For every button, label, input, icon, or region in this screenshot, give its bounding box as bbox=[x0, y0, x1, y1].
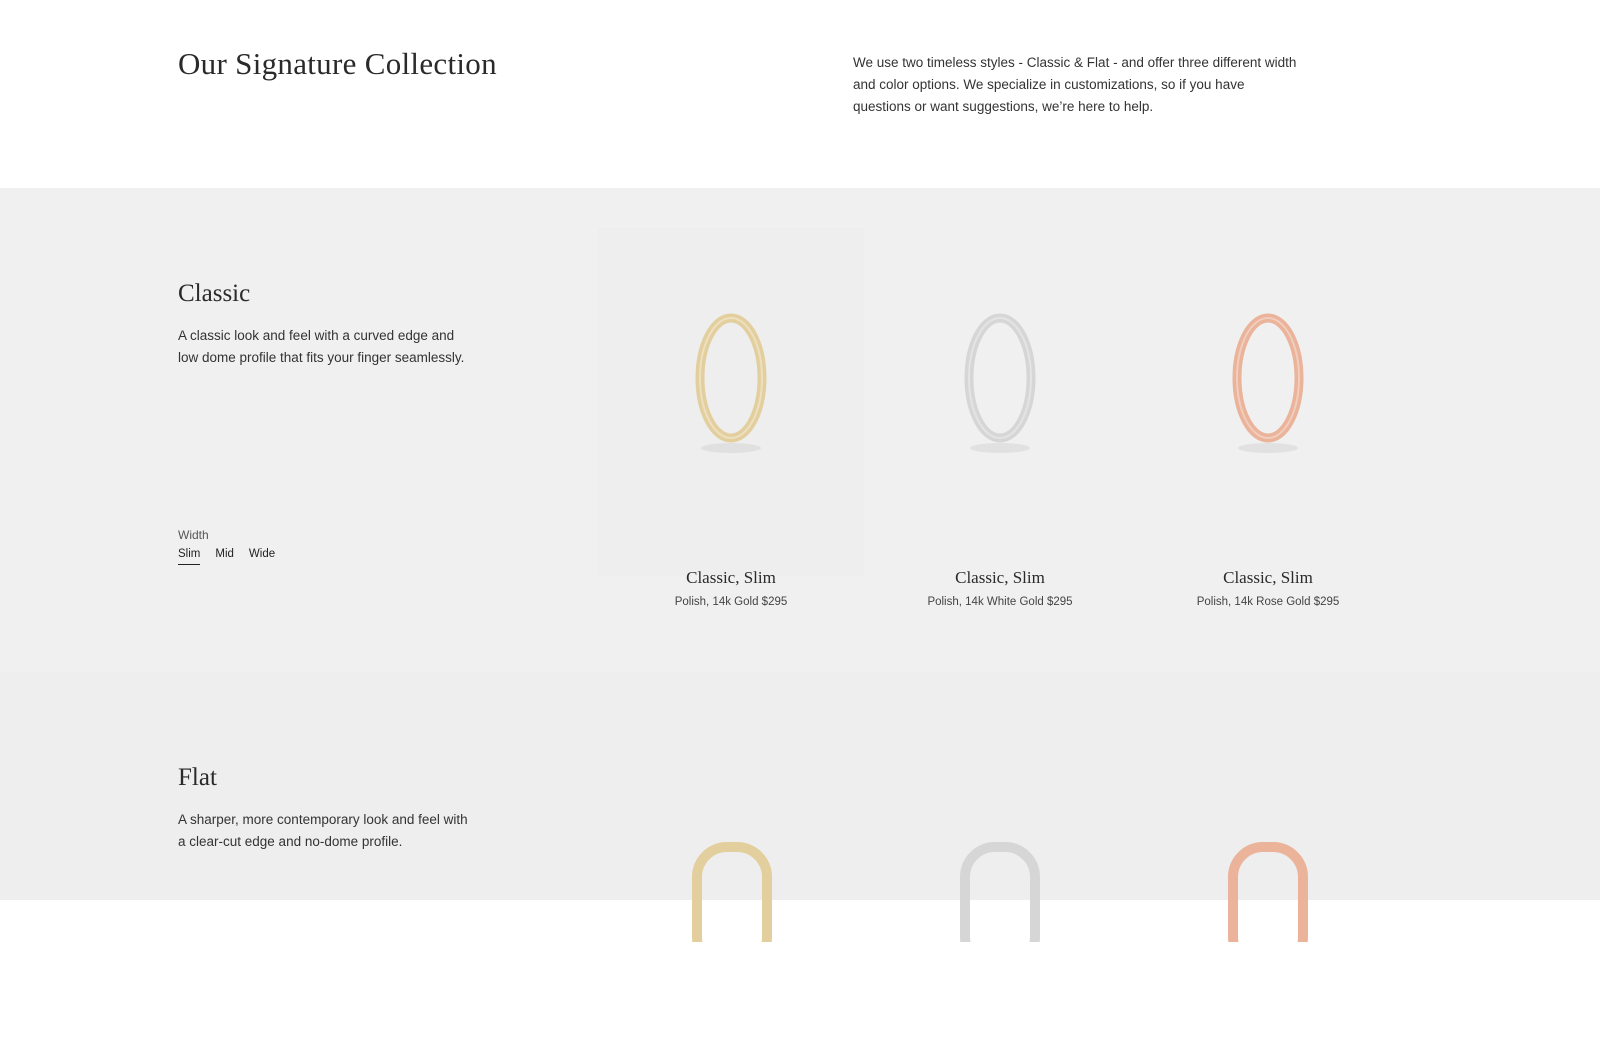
white-gold-ring-image bbox=[964, 313, 1036, 453]
width-label: Width bbox=[178, 528, 209, 542]
flat-description: A sharper, more contemporary look and fe… bbox=[178, 812, 468, 849]
collection-intro: We use two timeless styles - Classic & F… bbox=[853, 55, 1297, 114]
product-card-flat-gold[interactable] bbox=[598, 712, 866, 1060]
flat-title: Flat bbox=[178, 764, 217, 791]
product-detail: Polish, 14k Rose Gold $295 bbox=[1196, 596, 1340, 608]
width-option-wide[interactable]: Wide bbox=[249, 548, 275, 565]
classic-section: Classic A classic look and feel with a c… bbox=[0, 188, 1600, 672]
rose-gold-ring-image bbox=[1232, 313, 1304, 453]
product-name: Classic, Slim bbox=[686, 568, 776, 587]
product-detail: Polish, 14k White Gold $295 bbox=[927, 596, 1073, 608]
product-name: Classic, Slim bbox=[1223, 568, 1313, 587]
product-card-classic-white-gold[interactable]: Classic, Slim Polish, 14k White Gold $29… bbox=[866, 228, 1134, 608]
product-card-flat-white-gold[interactable] bbox=[866, 712, 1134, 1060]
page-title: Our Signature Collection bbox=[178, 46, 497, 81]
flat-product-grid bbox=[598, 712, 1402, 1060]
product-card-classic-gold[interactable]: Classic, Slim Polish, 14k Gold $295 bbox=[598, 228, 864, 608]
classic-title: Classic bbox=[178, 280, 251, 307]
flat-rose-gold-ring-image bbox=[1228, 842, 1308, 942]
gold-ring-image bbox=[695, 313, 767, 453]
flat-gold-ring-image bbox=[692, 842, 772, 942]
width-option-slim[interactable]: Slim bbox=[178, 548, 201, 565]
product-name: Classic, Slim bbox=[955, 568, 1045, 587]
width-option-mid[interactable]: Mid bbox=[215, 548, 234, 565]
product-detail: Polish, 14k Gold $295 bbox=[674, 596, 788, 608]
width-selector: Slim Mid Wide bbox=[178, 548, 275, 565]
classic-product-grid: Classic, Slim Polish, 14k Gold $295 Clas… bbox=[598, 228, 1402, 608]
classic-description: A classic look and feel with a curved ed… bbox=[178, 328, 465, 365]
flat-white-gold-ring-image bbox=[960, 842, 1040, 942]
flat-section: Flat A sharper, more contemporary look a… bbox=[0, 672, 1600, 942]
product-card-classic-rose-gold[interactable]: Classic, Slim Polish, 14k Rose Gold $295 bbox=[1134, 228, 1402, 608]
product-card-flat-rose-gold[interactable] bbox=[1134, 712, 1402, 1060]
collection-header: Our Signature Collection We use two time… bbox=[0, 0, 1600, 188]
